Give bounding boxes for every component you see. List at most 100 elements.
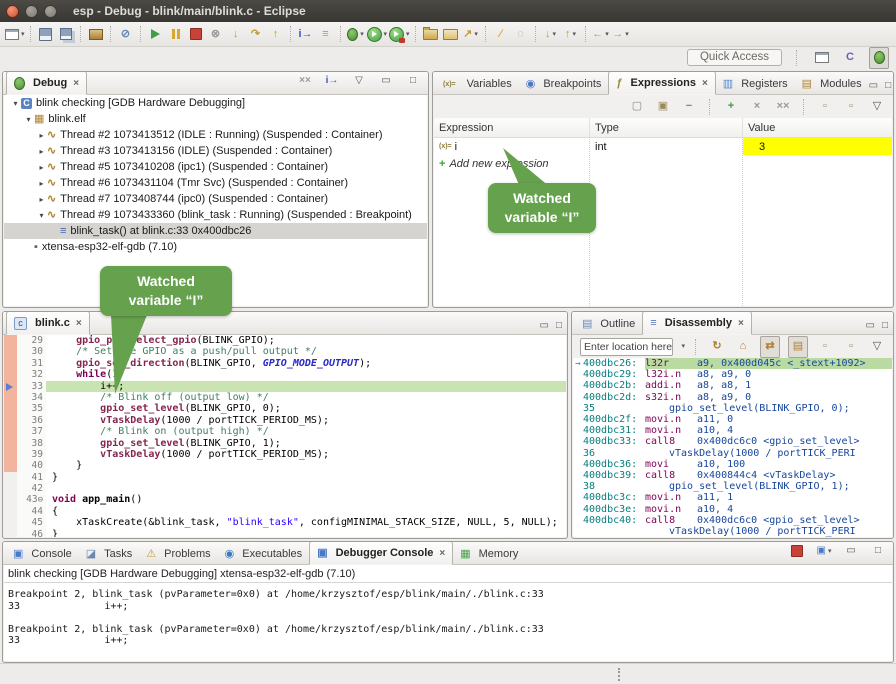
chevron-down-icon[interactable]: ▾ <box>406 30 410 38</box>
minimize-icon[interactable]: ▭ <box>540 321 549 331</box>
forward-button[interactable]: →▾ <box>612 24 630 44</box>
window-maximize-button[interactable] <box>44 5 57 18</box>
remove-expression-button[interactable]: × <box>748 97 766 117</box>
maximize-icon[interactable]: □ <box>882 321 888 331</box>
open-element-button[interactable] <box>422 24 440 44</box>
maximize-icon[interactable]: □ <box>556 321 562 331</box>
home-button[interactable]: ⌂ <box>734 337 752 357</box>
toggle-mark-occurrences-button[interactable]: ⁄ <box>492 24 510 44</box>
run-button[interactable]: ▾ <box>367 24 388 44</box>
maximize-button[interactable]: □ <box>869 541 887 561</box>
debug-tree-row[interactable]: ≡blink_task() at blink.c:33 0x400dbc26 <box>4 223 427 239</box>
debug-tree-row[interactable]: ▾▦blink.elf <box>4 111 427 127</box>
debug-tree-row[interactable]: ▸∿Thread #3 1073413156 (IDLE) (Suspended… <box>4 143 427 159</box>
chevron-down-icon[interactable]: ▾ <box>828 547 832 555</box>
twist-icon[interactable]: ▸ <box>36 131 47 140</box>
minimize-icon[interactable]: ▭ <box>869 81 878 91</box>
column-type[interactable]: Type <box>590 118 743 137</box>
go-to-last-edit-button[interactable]: ↑▾ <box>562 24 580 44</box>
console-area[interactable]: blink checking [GDB Hardware Debugging] … <box>4 565 892 661</box>
minimize-icon[interactable]: ▭ <box>866 321 875 331</box>
show-type-names-button[interactable]: ▢ <box>628 97 646 117</box>
debug-tree-row[interactable]: ▸∿Thread #2 1073413512 (IDLE : Running) … <box>4 127 427 143</box>
view-menu-button[interactable]: ▽ <box>868 97 886 117</box>
step-return-button[interactable]: ↑ <box>267 24 285 44</box>
disconnect-button[interactable]: ⊗ <box>207 24 225 44</box>
window-minimize-button[interactable] <box>25 5 38 18</box>
step-over-button[interactable]: ↷ <box>247 24 265 44</box>
debug-tree-row[interactable]: ▾Cblink checking [GDB Hardware Debugging… <box>4 95 427 111</box>
minimize-button[interactable]: ▭ <box>842 541 860 561</box>
build-button[interactable] <box>87 24 105 44</box>
view-menu-button[interactable]: ▽ <box>350 71 368 91</box>
instruction-stepping-button[interactable]: i→ <box>297 24 315 44</box>
show-source-button[interactable]: ▤ <box>788 336 808 358</box>
tab-outline[interactable]: ▤Outline <box>575 314 642 334</box>
suspend-button[interactable] <box>167 24 185 44</box>
window-close-button[interactable] <box>6 5 19 18</box>
tab-debug[interactable]: Debug × <box>6 71 87 95</box>
twist-icon[interactable]: ▸ <box>36 147 47 156</box>
column-divider[interactable] <box>742 137 743 306</box>
tab-tasks[interactable]: ◪Tasks <box>79 544 140 564</box>
twist-icon[interactable]: ▸ <box>36 179 47 188</box>
tab-breakpoints[interactable]: ◉Breakpoints <box>519 74 609 94</box>
chevron-down-icon[interactable]: ▾ <box>21 30 25 38</box>
debug-perspective-button[interactable] <box>869 47 889 69</box>
tab-console[interactable]: ▣Console <box>6 544 79 564</box>
chevron-down-icon[interactable]: ▾ <box>384 30 388 38</box>
chevron-down-icon[interactable]: ▾ <box>360 30 364 38</box>
column-value[interactable]: Value <box>743 118 892 137</box>
back-button[interactable]: ←▾ <box>592 24 610 44</box>
step-into-button[interactable]: ↓ <box>227 24 245 44</box>
debug-button[interactable]: ▾ <box>347 24 365 44</box>
open-new-view-button[interactable]: ▫ <box>842 97 860 117</box>
minimize-button[interactable]: ▭ <box>377 71 395 91</box>
instruction-stepping-toggle-button[interactable]: i→ <box>323 71 341 91</box>
close-icon[interactable]: × <box>702 78 708 89</box>
cpp-perspective-button[interactable]: C <box>841 48 859 68</box>
tab-expressions[interactable]: ƒExpressions× <box>608 71 715 95</box>
quick-access-button[interactable]: Quick Access <box>687 49 782 66</box>
tab-debugger-console[interactable]: ▣Debugger Console× <box>309 541 453 565</box>
save-button[interactable] <box>37 24 55 44</box>
resume-button[interactable] <box>147 24 165 44</box>
maximize-button[interactable]: □ <box>404 71 422 91</box>
twist-icon[interactable]: ▾ <box>36 211 47 220</box>
tab-memory[interactable]: ▦Memory <box>453 544 525 564</box>
open-perspective-button[interactable] <box>813 48 831 68</box>
close-icon[interactable]: × <box>738 318 744 329</box>
sync-with-active-context-button[interactable]: ⇄ <box>760 336 780 358</box>
skip-all-breakpoints-button[interactable]: ⊘ <box>117 24 135 44</box>
twist-icon[interactable]: ▾ <box>23 115 34 124</box>
view-menu-button[interactable]: ▽ <box>868 337 886 357</box>
external-tools-button[interactable]: ▾ <box>389 24 410 44</box>
debug-tree-row[interactable]: ▸∿Thread #5 1073410208 (ipc1) (Suspended… <box>4 159 427 175</box>
fold-minus-icon[interactable]: ⊖ <box>38 495 43 505</box>
tab-executables[interactable]: ◉Executables <box>218 544 310 564</box>
pin-button[interactable]: ▫ <box>842 337 860 357</box>
chevron-down-icon[interactable]: ▾ <box>553 30 557 38</box>
terminate-console-button[interactable] <box>788 541 806 561</box>
twist-icon[interactable]: ▸ <box>36 195 47 204</box>
twist-icon[interactable]: ▸ <box>36 163 47 172</box>
debug-tree-row[interactable]: ▸∿Thread #6 1073431104 (Tmr Svc) (Suspen… <box>4 175 427 191</box>
chevron-down-icon[interactable]: ▾ <box>605 30 609 38</box>
tab-variables[interactable]: (x)=Variables <box>436 74 519 94</box>
chevron-down-icon[interactable]: ▾ <box>625 30 629 38</box>
chevron-down-icon[interactable]: ▾ <box>573 30 577 38</box>
open-resource-button[interactable] <box>442 24 460 44</box>
terminate-button[interactable] <box>187 24 205 44</box>
refresh-button[interactable]: ↻ <box>708 337 726 357</box>
tab-modules[interactable]: ▤Modules <box>795 74 869 94</box>
location-dropdown-icon[interactable]: ▾ <box>681 343 685 350</box>
tab-blink-c[interactable]: c blink.c × <box>6 311 90 335</box>
collapse-all-button[interactable]: − <box>680 97 698 117</box>
tab-disassembly[interactable]: ≡Disassembly× <box>642 311 752 335</box>
remove-all-terminated-button[interactable]: ×× <box>296 71 314 91</box>
use-step-filters-button[interactable]: ≡ <box>317 24 335 44</box>
display-selected-console-button[interactable]: ▣▾ <box>815 541 833 561</box>
debug-tree-row[interactable]: ▾∿Thread #9 1073433360 (blink_task : Run… <box>4 207 427 223</box>
debug-tree-row[interactable]: ▸∿Thread #7 1073408744 (ipc0) (Suspended… <box>4 191 427 207</box>
new-wizard-button[interactable]: ▾ <box>5 24 25 44</box>
